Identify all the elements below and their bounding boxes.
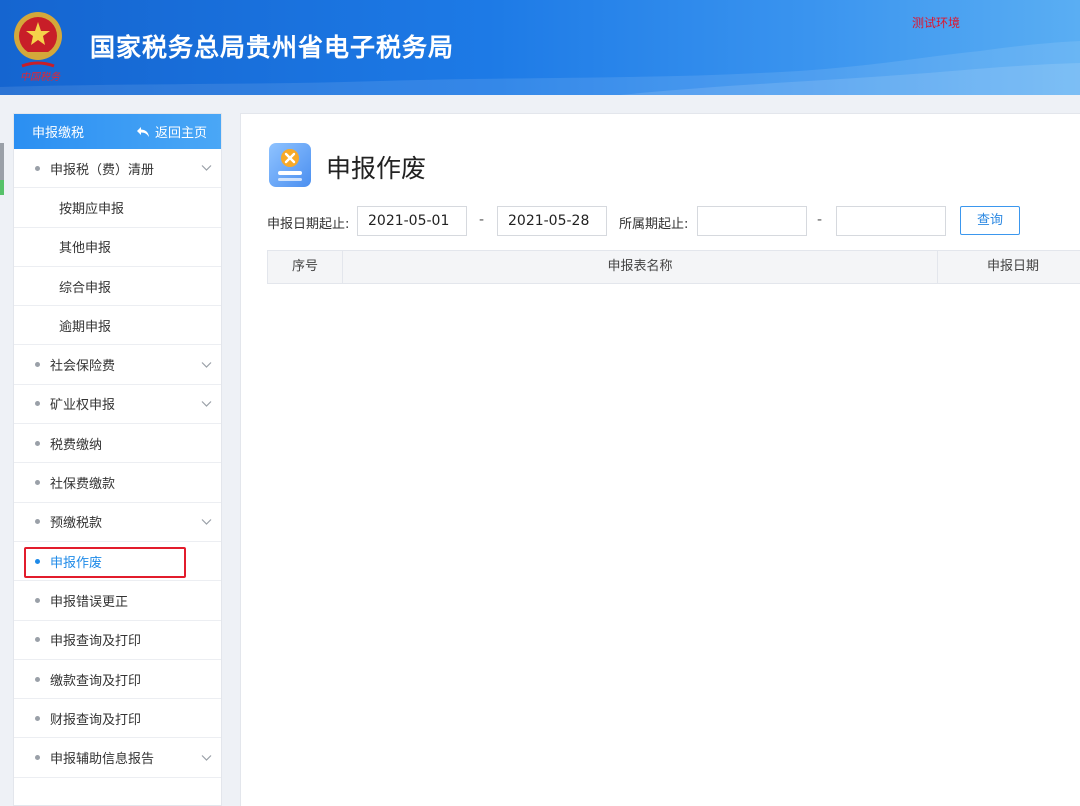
sidebar-item[interactable]: 矿业权申报	[14, 385, 221, 425]
bullet-dot-icon	[35, 715, 40, 721]
sidebar-item[interactable]: 按期应申报	[14, 188, 221, 228]
period-label: 所属期起止:	[619, 217, 689, 232]
sidebar-item[interactable]: 社会保险费	[14, 345, 221, 385]
sidebar-item[interactable]: 税费缴纳	[14, 424, 221, 464]
return-arrow-icon	[136, 126, 149, 137]
sidebar-item[interactable]: 申报查询及打印	[14, 621, 221, 660]
period-start-input[interactable]	[697, 206, 807, 236]
bullet-dot-icon	[35, 401, 40, 407]
chevron-down-icon[interactable]	[201, 361, 212, 369]
bullet-dot-icon	[35, 637, 40, 643]
sidebar-item-label: 按期应申报	[59, 201, 125, 217]
highlight-box	[24, 546, 186, 578]
query-button[interactable]: 查询	[960, 206, 1020, 235]
sidebar-item-label: 申报税（费）清册	[50, 162, 155, 178]
sidebar-item-label: 综合申报	[59, 280, 112, 296]
sidebar-item-label: 财报查询及打印	[50, 712, 142, 728]
sidebar-item[interactable]: 缴款查询及打印	[14, 660, 221, 700]
sidebar-item-label: 矿业权申报	[50, 398, 116, 414]
edge-tab-accent	[0, 180, 4, 195]
sidebar-item[interactable]: 逾期申报	[14, 306, 221, 346]
sidebar-item-label: 逾期申报	[59, 319, 112, 335]
sidebar-item[interactable]: 其他申报	[14, 228, 221, 267]
sidebar-header: 申报缴税 返回主页	[14, 114, 221, 149]
sidebar-item[interactable]: 社保费缴款	[14, 463, 221, 503]
env-label: 测试环境	[912, 16, 961, 30]
sidebar-item[interactable]: 综合申报	[14, 267, 221, 307]
sidebar-item[interactable]: 财报查询及打印	[14, 699, 221, 739]
declare-date-label: 申报日期起止:	[267, 217, 350, 232]
chevron-down-icon[interactable]	[201, 754, 212, 762]
emblem-motto: 中国税务	[20, 72, 60, 83]
chevron-down-icon[interactable]	[201, 518, 212, 526]
sidebar-item[interactable]: 申报税（费）清册	[14, 149, 221, 189]
column-header-declare-date: 申报日期	[986, 259, 1039, 274]
bullet-dot-icon	[35, 480, 40, 486]
range-separator: -	[817, 212, 823, 228]
sidebar-item-label: 社会保险费	[50, 359, 116, 375]
page-title: 申报作废	[326, 154, 427, 183]
sidebar-item[interactable]: 申报错误更正	[14, 581, 221, 621]
sidebar-item-label: 申报错误更正	[50, 594, 129, 610]
bullet-dot-icon	[35, 676, 40, 682]
bullet-dot-icon	[35, 558, 40, 564]
declare-date-end-input[interactable]: 2021-05-28	[497, 206, 607, 236]
sidebar-item-label: 其他申报	[59, 241, 112, 257]
bullet-dot-icon	[35, 165, 40, 171]
back-home-link[interactable]: 返回主页	[136, 122, 207, 141]
bullet-dot-icon	[35, 597, 40, 603]
column-header-index: 序号	[268, 251, 343, 283]
declare-date-start-input[interactable]: 2021-05-01	[357, 206, 467, 236]
chevron-down-icon[interactable]	[201, 164, 212, 172]
period-end-input[interactable]	[836, 206, 946, 236]
sidebar-section-title: 申报缴税	[32, 126, 85, 141]
sidebar-item[interactable]: 申报作废	[14, 542, 221, 582]
column-header-form-name: 申报表名称	[343, 251, 938, 283]
table-header: 序号 申报表名称 申报日期	[267, 250, 1080, 284]
sidebar-item-label: 预缴税款	[50, 516, 103, 532]
sidebar-item-label: 申报辅助信息报告	[50, 752, 155, 768]
bullet-dot-icon	[35, 519, 40, 525]
sidebar-item-label: 税费缴纳	[50, 437, 103, 453]
sidebar-item-label: 申报查询及打印	[50, 634, 142, 650]
sidebar-item-label: 缴款查询及打印	[50, 673, 142, 689]
main-panel: 申报作废 申报日期起止: 2021-05-01 - 2021-05-28 所属期…	[240, 113, 1080, 806]
site-header: 中国税务 国家税务总局贵州省电子税务局 测试环境	[0, 0, 1080, 95]
bullet-dot-icon	[35, 440, 40, 446]
sidebar: 申报缴税 返回主页 申报税（费）清册按期应申报其他申报综合申报逾期申报社会保险费…	[13, 113, 222, 806]
sidebar-item[interactable]: 预缴税款	[14, 503, 221, 542]
site-title: 国家税务总局贵州省电子税务局	[90, 33, 455, 62]
range-separator: -	[479, 212, 485, 228]
bullet-dot-icon	[35, 362, 40, 368]
back-home-label: 返回主页	[154, 126, 207, 141]
sidebar-item-label: 申报作废	[50, 555, 103, 571]
sidebar-menu: 申报税（费）清册按期应申报其他申报综合申报逾期申报社会保险费矿业权申报税费缴纳社…	[14, 149, 221, 778]
chevron-down-icon[interactable]	[201, 400, 212, 408]
sidebar-item-label: 社保费缴款	[50, 477, 116, 493]
cancel-document-icon	[269, 143, 311, 187]
bullet-dot-icon	[35, 755, 40, 761]
sidebar-item[interactable]: 申报辅助信息报告	[14, 738, 221, 778]
